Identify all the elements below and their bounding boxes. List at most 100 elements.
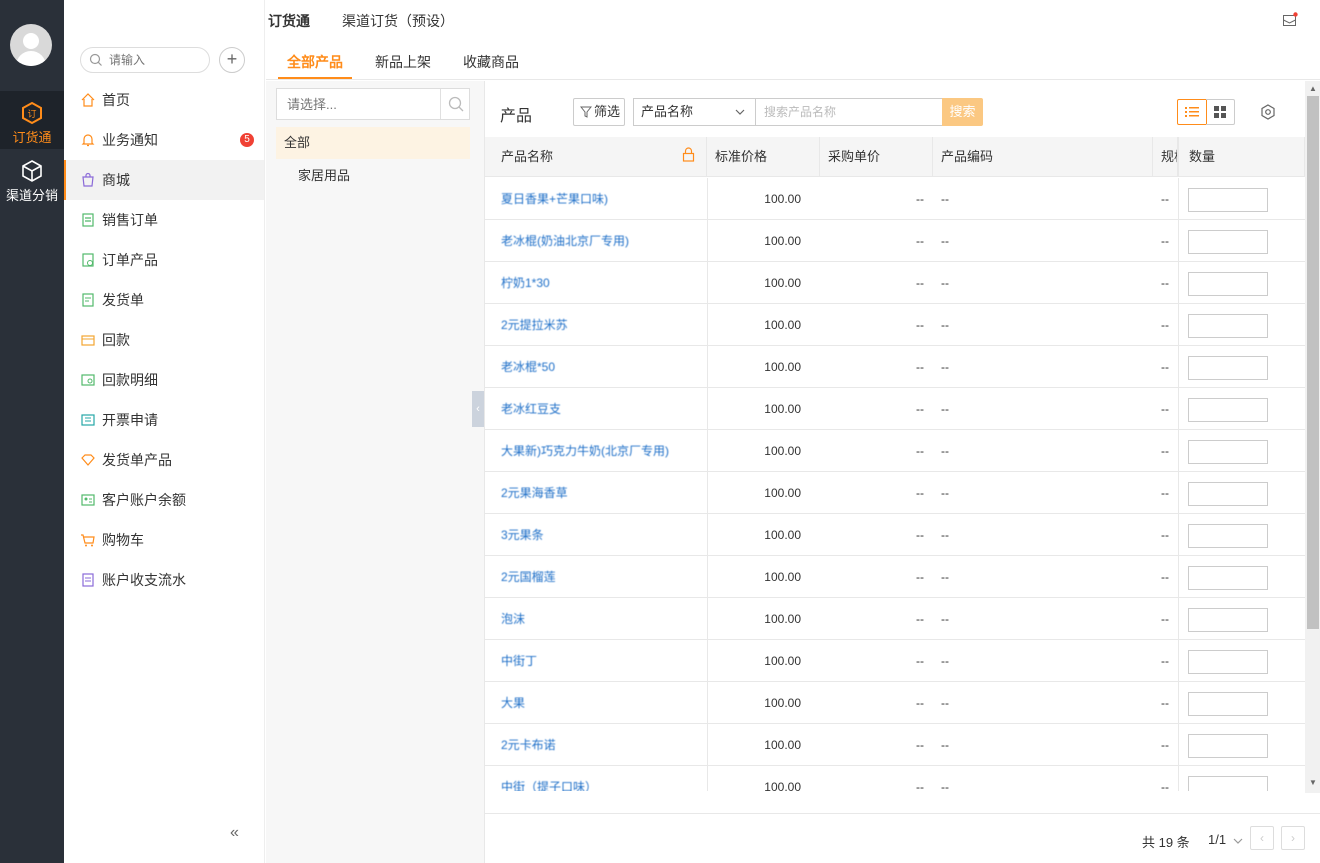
product-code: -- — [941, 570, 949, 584]
product-name-link[interactable]: 老冰红豆支 — [501, 388, 701, 430]
sidebar-item-label: 商城 — [102, 172, 130, 188]
sidebar-item-bell[interactable]: 业务通知 5 — [64, 120, 264, 160]
search-button[interactable]: 搜索 — [942, 98, 983, 126]
scrollbar[interactable]: ▲ ▼ — [1305, 81, 1320, 793]
table-row: 柠奶1*30 100.00 -- -- -- — [485, 262, 1305, 304]
product-search-input[interactable]: 搜索产品名称 — [755, 98, 943, 126]
quantity-cell — [1178, 220, 1305, 262]
quantity-input[interactable] — [1188, 314, 1268, 338]
product-name-link[interactable]: 2元卡布诺 — [501, 724, 701, 766]
product-name-link[interactable]: 2元提拉米苏 — [501, 304, 701, 346]
col-header-cost[interactable]: 采购单价 — [820, 137, 933, 177]
search-icon[interactable] — [448, 96, 464, 112]
app-subtitle[interactable]: 渠道订货（预设） — [342, 11, 454, 31]
quantity-input[interactable] — [1188, 356, 1268, 380]
search-field-select[interactable]: 产品名称 — [633, 98, 755, 126]
product-name-link[interactable]: 泡沫 — [501, 598, 701, 640]
sidebar-item-doc-product[interactable]: 订单产品 — [64, 240, 264, 280]
product-name-link[interactable]: 中街（提子口味） — [501, 766, 701, 791]
product-name-link[interactable]: 2元果海香草 — [501, 472, 701, 514]
product-name-link[interactable]: 中街丁 — [501, 640, 701, 682]
divider — [440, 89, 441, 119]
quantity-input[interactable] — [1188, 650, 1268, 674]
collapse-sidebar-button[interactable]: « — [230, 824, 239, 842]
filter-button[interactable]: 筛选 — [573, 98, 625, 126]
product-spec: -- — [1161, 696, 1169, 710]
col-header-name[interactable]: 产品名称 — [485, 137, 707, 177]
quantity-input[interactable] — [1188, 734, 1268, 758]
col-header-price[interactable]: 标准价格 — [707, 137, 820, 177]
grid-view-button[interactable] — [1206, 99, 1235, 125]
sidebar-search[interactable] — [80, 47, 210, 73]
sidebar-item-home[interactable]: 首页 — [64, 80, 264, 120]
product-name-link[interactable]: 老冰棍(奶油北京厂专用) — [501, 220, 701, 262]
product-code: -- — [941, 654, 949, 668]
product-code: -- — [941, 696, 949, 710]
quantity-input[interactable] — [1188, 398, 1268, 422]
payment-detail-icon — [81, 374, 95, 386]
standard-price: 100.00 — [707, 346, 811, 388]
sidebar-item-diamond[interactable]: 发货单产品 — [64, 440, 264, 480]
sidebar-item-ledger[interactable]: 账户收支流水 — [64, 560, 264, 600]
tab-new-products[interactable]: 新品上架 — [375, 52, 431, 72]
next-page-button[interactable]: › — [1281, 826, 1305, 850]
product-name-link[interactable]: 2元国榴莲 — [501, 556, 701, 598]
product-name-link[interactable]: 大果 — [501, 682, 701, 724]
tab-favorites[interactable]: 收藏商品 — [463, 52, 519, 72]
sidebar-search-input[interactable] — [109, 53, 199, 67]
product-name-link[interactable]: 大果新)巧克力牛奶(北京厂专用) — [501, 430, 701, 472]
category-search-input[interactable] — [287, 97, 427, 112]
quantity-input[interactable] — [1188, 776, 1268, 791]
list-view-button[interactable] — [1177, 99, 1207, 125]
quantity-input[interactable] — [1188, 566, 1268, 590]
sidebar-item-doc[interactable]: 销售订单 — [64, 200, 264, 240]
scroll-down-arrow[interactable]: ▼ — [1309, 778, 1317, 787]
quantity-input[interactable] — [1188, 230, 1268, 254]
quantity-input[interactable] — [1188, 524, 1268, 548]
category-home-goods[interactable]: 家居用品 — [298, 165, 350, 184]
mail-icon[interactable] — [1282, 12, 1298, 31]
chevron-down-icon — [1233, 838, 1243, 844]
collapse-category-button[interactable]: ‹ — [472, 391, 484, 427]
page-selector[interactable]: 1/1 — [1208, 832, 1243, 847]
add-button[interactable]: + — [219, 47, 245, 73]
sidebar-item-payment-detail[interactable]: 回款明细 — [64, 360, 264, 400]
tab-all-products[interactable]: 全部产品 — [287, 52, 343, 72]
table-row: 2元提拉米苏 100.00 -- -- -- — [485, 304, 1305, 346]
active-tab-indicator — [278, 77, 352, 79]
product-name-link[interactable]: 3元果条 — [501, 514, 701, 556]
category-all[interactable]: 全部 — [276, 127, 470, 159]
quantity-input[interactable] — [1188, 608, 1268, 632]
prev-page-button[interactable]: ‹ — [1250, 826, 1274, 850]
avatar[interactable] — [10, 24, 52, 66]
sidebar-item-shipping[interactable]: 发货单 — [64, 280, 264, 320]
sidebar-item-payment[interactable]: 回款 — [64, 320, 264, 360]
order-app-icon: 订 — [22, 101, 42, 125]
scroll-thumb[interactable] — [1307, 96, 1319, 629]
table-row: 2元国榴莲 100.00 -- -- -- — [485, 556, 1305, 598]
quantity-input[interactable] — [1188, 482, 1268, 506]
sidebar-item-account[interactable]: 客户账户余额 — [64, 480, 264, 520]
quantity-cell — [1178, 640, 1305, 682]
sidebar-item-bag[interactable]: 商城 — [64, 160, 264, 200]
quantity-input[interactable] — [1188, 440, 1268, 464]
table-header: 产品名称 标准价格 采购单价 产品编码 规格 数量 — [485, 137, 1305, 177]
quantity-input[interactable] — [1188, 692, 1268, 716]
col-header-qty[interactable]: 数量 — [1178, 137, 1305, 177]
diamond-icon — [81, 454, 95, 466]
quantity-input[interactable] — [1188, 188, 1268, 212]
quantity-input[interactable] — [1188, 272, 1268, 296]
product-name-link[interactable]: 夏日香果+芒果口味) — [501, 178, 701, 220]
col-header-code[interactable]: 产品编码 — [933, 137, 1153, 177]
scroll-up-arrow[interactable]: ▲ — [1309, 84, 1317, 93]
category-search[interactable] — [276, 88, 470, 120]
product-name-link[interactable]: 老冰棍*50 — [501, 346, 701, 388]
col-header-spec[interactable]: 规格 — [1153, 137, 1178, 177]
product-name-link[interactable]: 柠奶1*30 — [501, 262, 701, 304]
sidebar-item-invoice[interactable]: 开票申请 — [64, 400, 264, 440]
rail-item-order-app[interactable]: 订 订货通 — [0, 91, 64, 149]
sidebar-item-cart[interactable]: 购物车 — [64, 520, 264, 560]
settings-icon[interactable] — [1260, 104, 1276, 123]
quantity-cell — [1178, 262, 1305, 304]
rail-item-distribution[interactable]: 渠道分销 — [0, 149, 64, 207]
